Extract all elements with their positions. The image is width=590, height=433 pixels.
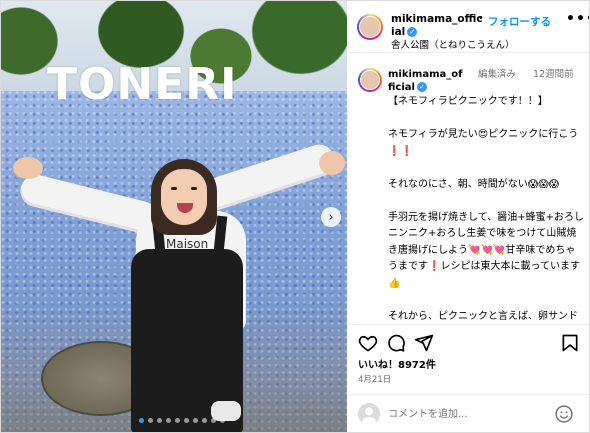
header-separator: • bbox=[478, 13, 484, 24]
carousel-dot bbox=[211, 418, 216, 423]
share-icon[interactable] bbox=[414, 333, 434, 353]
post-header: mikimama_official ✓ • フォローする 舎人公園（とねりこうえん… bbox=[348, 1, 589, 53]
carousel-dot bbox=[193, 418, 198, 423]
carousel-dot bbox=[202, 418, 207, 423]
comment-input[interactable] bbox=[388, 405, 518, 423]
carousel-dot bbox=[220, 418, 225, 423]
verified-icon: ✓ bbox=[416, 82, 427, 92]
default-user-icon bbox=[362, 407, 376, 425]
more-options-icon[interactable]: ••• bbox=[566, 11, 589, 27]
carousel-dot bbox=[175, 418, 180, 423]
chevron-right-icon: › bbox=[328, 209, 334, 225]
carousel-dot bbox=[166, 418, 171, 423]
caption-username-row[interactable]: mikimama_official ✓ bbox=[388, 68, 466, 94]
post-date[interactable]: 4月21日 bbox=[358, 373, 391, 385]
author-username-row[interactable]: mikimama_official ✓ bbox=[391, 13, 483, 39]
comment-bar bbox=[348, 394, 589, 432]
follow-button[interactable]: フォローする bbox=[488, 14, 551, 29]
carousel-dot bbox=[139, 418, 144, 423]
carousel-dots bbox=[139, 418, 225, 423]
carousel-dot bbox=[157, 418, 162, 423]
bookmark-icon[interactable] bbox=[560, 333, 580, 353]
right-arm bbox=[196, 140, 340, 215]
right-eye bbox=[191, 187, 197, 190]
smiley-icon[interactable] bbox=[554, 404, 574, 424]
left-eye bbox=[171, 187, 177, 190]
author-avatar[interactable] bbox=[357, 14, 383, 40]
left-hand bbox=[13, 157, 43, 179]
like-count[interactable]: いいね！8972件 bbox=[358, 356, 436, 371]
caption-area: mikimama_official ✓ 編集済み 12週間前 【ネモフィラピクニッ… bbox=[348, 54, 589, 323]
post-photo[interactable]: TONERI Maison › bbox=[1, 1, 347, 432]
avatar-image bbox=[359, 16, 381, 38]
person-figure: Maison bbox=[1, 1, 347, 432]
verified-icon: ✓ bbox=[407, 27, 418, 37]
avatar-image bbox=[360, 70, 380, 90]
author-username[interactable]: mikimama_official bbox=[391, 13, 483, 38]
post-side-panel: mikimama_official ✓ • フォローする 舎人公園（とねりこうえん… bbox=[348, 1, 589, 432]
caption-text: 【ネモフィラピクニックです！！】 ネモフィラが見たい😍ピクニックに行こう❗❗ そ… bbox=[388, 96, 584, 322]
face bbox=[161, 169, 207, 225]
shirt-print: Maison bbox=[166, 237, 209, 251]
heart-icon[interactable] bbox=[358, 333, 378, 353]
instagram-post-embed: TONERI Maison › mikimama_official ✓ • フォ… bbox=[0, 0, 590, 433]
location-link[interactable]: 舎人公園（とねりこうえん） bbox=[391, 37, 515, 51]
post-time[interactable]: 12週間前 bbox=[533, 68, 581, 81]
caption-avatar[interactable] bbox=[358, 68, 382, 92]
carousel-next-button[interactable]: › bbox=[321, 207, 341, 227]
carousel-dot bbox=[184, 418, 189, 423]
right-hand bbox=[319, 151, 345, 175]
comment-icon[interactable] bbox=[386, 333, 406, 353]
carousel-dot bbox=[148, 418, 153, 423]
edited-label: 編集済み bbox=[478, 69, 517, 80]
viewer-avatar bbox=[358, 403, 380, 425]
